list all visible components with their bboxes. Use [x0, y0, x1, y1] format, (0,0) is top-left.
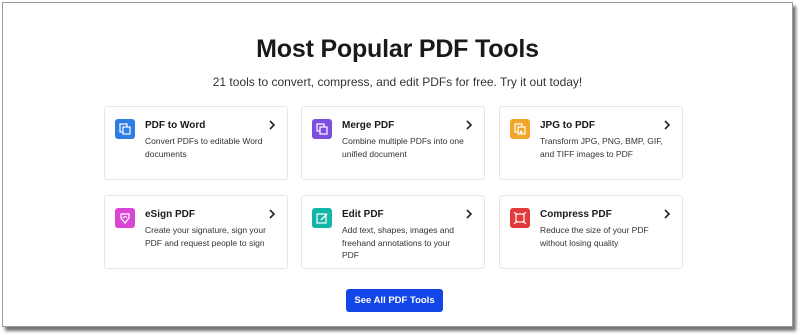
page-subtitle: 21 tools to convert, compress, and edit …: [212, 75, 583, 89]
page-title: Most Popular PDF Tools: [256, 35, 539, 63]
tool-description: Reduce the size of your PDF without losi…: [540, 225, 649, 248]
tool-card-esign-pdf[interactable]: eSign PDF Create your signature, sign yo…: [104, 195, 288, 269]
tool-title: Compress PDF: [540, 209, 612, 220]
image-convert-icon: [510, 119, 530, 139]
tool-description: Add text, shapes, images and freehand an…: [342, 225, 454, 260]
chevron-right-icon: [466, 209, 473, 219]
chevron-right-icon: [664, 120, 671, 130]
word-convert-icon: [115, 119, 135, 139]
tool-description: Transform JPG, PNG, BMP, GIF, and TIFF i…: [540, 136, 663, 159]
tool-card-edit-pdf[interactable]: Edit PDF Add text, shapes, images and fr…: [301, 195, 485, 269]
chevron-right-icon: [269, 209, 276, 219]
tool-title: Edit PDF: [342, 209, 384, 220]
tool-title: JPG to PDF: [540, 120, 596, 131]
edit-icon: [312, 208, 332, 228]
chevron-right-icon: [466, 120, 473, 130]
tools-section: Most Popular PDF Tools 21 tools to conve…: [2, 2, 793, 327]
tool-description: Convert PDFs to editable Word documents: [145, 136, 263, 159]
compress-icon: [510, 208, 530, 228]
tool-card-merge-pdf[interactable]: Merge PDF Combine multiple PDFs into one…: [301, 106, 485, 180]
tool-card-compress-pdf[interactable]: Compress PDF Reduce the size of your PDF…: [499, 195, 683, 269]
tool-description: Combine multiple PDFs into one unified d…: [342, 136, 464, 159]
tool-title: eSign PDF: [145, 209, 196, 220]
tool-card-jpg-to-pdf[interactable]: JPG to PDF Transform JPG, PNG, BMP, GIF,…: [499, 106, 683, 180]
chevron-right-icon: [269, 120, 276, 130]
chevron-right-icon: [664, 209, 671, 219]
merge-icon: [312, 119, 332, 139]
tool-title: Merge PDF: [342, 120, 395, 131]
tool-description: Create your signature, sign your PDF and…: [145, 225, 266, 248]
signature-icon: [115, 208, 135, 228]
tool-title: PDF to Word: [145, 120, 206, 131]
tool-card-pdf-to-word[interactable]: PDF to Word Convert PDFs to editable Wor…: [104, 106, 288, 180]
see-all-tools-button[interactable]: See All PDF Tools: [346, 289, 443, 312]
